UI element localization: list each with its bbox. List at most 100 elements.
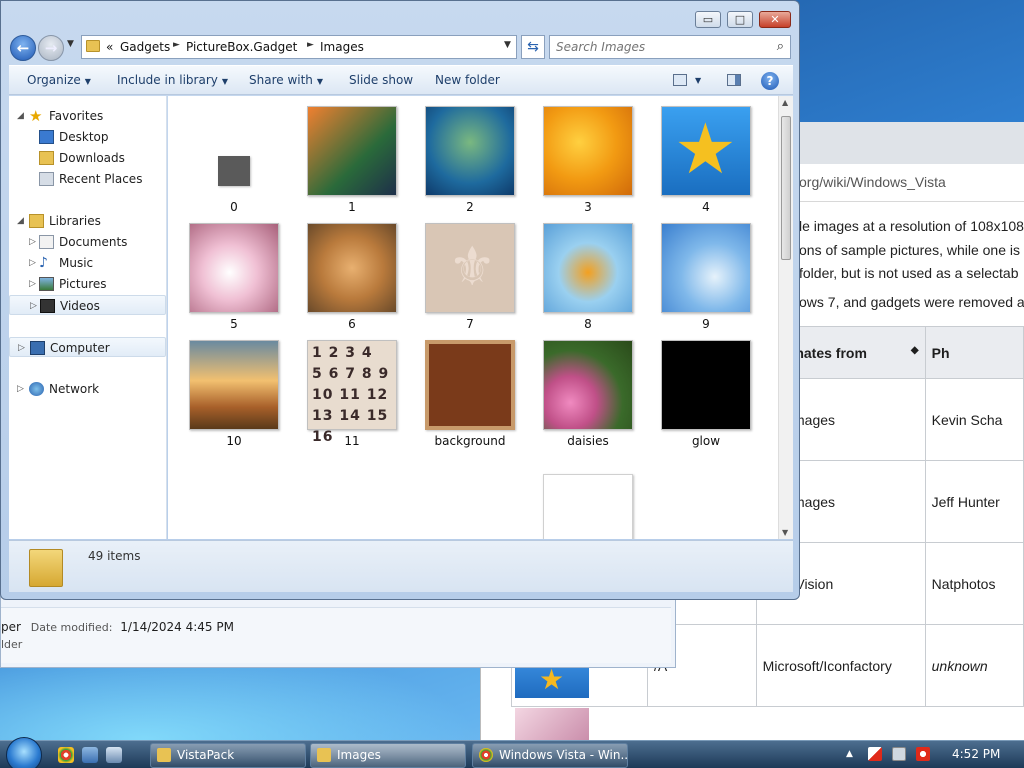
back-button[interactable]: ← [10, 35, 36, 61]
scroll-up-icon[interactable]: ▲ [782, 98, 788, 107]
file-item[interactable]: 0 [184, 96, 284, 214]
file-thumbnail [189, 223, 279, 313]
file-item[interactable]: 2 [420, 96, 520, 214]
maximize-button[interactable]: □ [727, 11, 753, 28]
file-thumbnail [218, 156, 250, 186]
forward-button[interactable]: → [38, 35, 64, 61]
file-item[interactable] [538, 464, 638, 539]
explorer-window[interactable]: ▭ □ ✕ ← → ▼ « Gadgets ► PictureBox.Gadge… [0, 0, 800, 600]
new-folder-button[interactable]: New folder [435, 73, 500, 87]
details-date-value: 1/14/2024 4:45 PM [120, 620, 234, 634]
table-header: Ph [924, 326, 1024, 379]
file-item[interactable]: ★ 4 [656, 96, 756, 214]
refresh-button[interactable]: ⇆ [521, 35, 545, 59]
details-pane: per Date modified: 1/14/2024 4:45 PM lde… [1, 607, 671, 663]
puzzle-grid-icon: 1 2 3 4 5 6 7 8 9 10 11 12 13 14 15 16 [312, 345, 390, 445]
file-item[interactable]: 8 [538, 213, 638, 331]
item-count: 49 items [88, 549, 141, 563]
slide-show-button[interactable]: Slide show [349, 73, 413, 87]
help-icon[interactable]: ? [761, 72, 779, 90]
clock[interactable]: 4:52 PM [952, 747, 1000, 761]
network-tray-icon[interactable] [892, 747, 906, 761]
file-item[interactable]: 5 [184, 213, 284, 331]
file-item[interactable]: daisies [538, 330, 638, 448]
breadcrumb-images[interactable]: Images [320, 40, 364, 54]
file-item[interactable]: background [420, 330, 520, 448]
share-with-button[interactable]: Share with ▼ [249, 73, 323, 87]
vertical-scrollbar[interactable]: ▲ ▼ [778, 96, 793, 539]
breadcrumb-separator-icon[interactable]: ► [173, 40, 180, 50]
file-thumbnail: 1 2 3 4 5 6 7 8 9 10 11 12 13 14 15 16 [307, 340, 397, 445]
file-item[interactable]: 1 [302, 96, 402, 214]
nav-pictures[interactable]: ▷ Pictures [9, 274, 166, 294]
breadcrumb-separator-icon[interactable]: ► [307, 40, 314, 50]
nav-downloads[interactable]: Downloads [9, 148, 166, 168]
file-item[interactable]: 9 [656, 213, 756, 331]
breadcrumb-picturepuzzle[interactable]: PictureBox.Gadget [186, 40, 297, 54]
nav-videos[interactable]: ▷ Videos [9, 295, 166, 315]
nav-computer[interactable]: ▷ Computer [9, 337, 166, 357]
folder-icon [86, 40, 100, 52]
scroll-down-icon[interactable]: ▼ [782, 528, 788, 537]
file-item[interactable]: 10 [184, 330, 284, 448]
close-button[interactable]: ✕ [759, 11, 791, 28]
nav-recent-places[interactable]: Recent Places [9, 169, 166, 189]
sort-icon[interactable]: ◆ [911, 345, 919, 356]
organize-button[interactable]: Organize ▼ [27, 73, 91, 87]
browser-url[interactable]: org/wiki/Windows_Vista [799, 174, 946, 190]
taskbar-item-images[interactable]: Images [310, 743, 466, 768]
address-bar[interactable]: « Gadgets ► PictureBox.Gadget ► Images ▼ [81, 35, 517, 59]
show-hidden-icons-icon[interactable]: ▲ [846, 747, 860, 761]
music-icon: ♪ [39, 255, 48, 271]
switch-windows-icon[interactable] [106, 747, 122, 763]
search-input[interactable] [556, 39, 756, 55]
search-icon[interactable]: ⌕ [777, 39, 784, 54]
taskbar-item-vistapack[interactable]: VistaPack [150, 743, 306, 768]
volume-muted-icon[interactable] [916, 747, 930, 761]
show-desktop-icon[interactable] [82, 747, 98, 763]
taskbar-item-browser[interactable]: Windows Vista - Win... [472, 743, 628, 768]
background-explorer-window[interactable]: per Date modified: 1/14/2024 4:45 PM lde… [0, 590, 676, 668]
address-dropdown-icon[interactable]: ▼ [504, 40, 511, 50]
include-in-library-button[interactable]: Include in library ▼ [117, 73, 228, 87]
nav-music[interactable]: ▷ ♪ Music [9, 253, 166, 273]
desktop-icon [39, 130, 54, 144]
recent-places-icon [39, 172, 54, 186]
article-text-line: folder, but is not used as a selectab [799, 265, 1019, 281]
start-button[interactable] [6, 737, 42, 768]
search-box[interactable]: ⌕ [549, 35, 791, 59]
preview-pane-icon[interactable] [727, 74, 741, 86]
chrome-icon[interactable] [58, 747, 74, 763]
file-item[interactable]: 6 [302, 213, 402, 331]
nav-documents[interactable]: ▷ Documents [9, 232, 166, 252]
nav-desktop[interactable]: Desktop [9, 127, 166, 147]
collapsed-icon: ▷ [17, 384, 24, 394]
dropdown-arrow-icon: ▼ [221, 77, 229, 86]
breadcrumb-overflow[interactable]: « [106, 40, 113, 54]
nav-favorites[interactable]: ◢ ★ Favorites [9, 106, 166, 126]
pictures-icon [39, 277, 54, 291]
nav-libraries[interactable]: ◢ Libraries [9, 211, 166, 231]
expanded-icon: ◢ [17, 111, 24, 121]
file-item[interactable]: 1 2 3 4 5 6 7 8 9 10 11 12 13 14 15 16 11 [302, 330, 402, 448]
file-item[interactable]: glow [656, 330, 756, 448]
change-view-icon[interactable] [673, 74, 687, 86]
file-thumbnail [543, 340, 633, 430]
file-thumbnail [425, 340, 515, 430]
file-item[interactable]: ⚜ 7 [420, 213, 520, 331]
details-name: per [1, 620, 21, 634]
file-item[interactable]: 3 [538, 96, 638, 214]
minimize-button[interactable]: ▭ [695, 11, 721, 28]
breadcrumb-gadgets[interactable]: Gadgets [120, 40, 170, 54]
details-bar: 49 items [9, 540, 793, 592]
recent-pages-dropdown-icon[interactable]: ▼ [67, 39, 74, 49]
scrollbar-thumb[interactable] [781, 116, 791, 260]
file-thumbnail: ★ [661, 106, 751, 196]
folder-icon [157, 748, 171, 762]
action-center-icon[interactable] [868, 747, 882, 761]
navigation-pane: ◢ ★ Favorites Desktop Downloads Recent Pla… [9, 96, 167, 539]
star-icon: ★ [29, 107, 43, 125]
file-thumbnail: ⚜ [425, 223, 515, 313]
view-dropdown-icon[interactable]: ▼ [695, 76, 701, 85]
nav-network[interactable]: ▷ Network [9, 379, 166, 399]
